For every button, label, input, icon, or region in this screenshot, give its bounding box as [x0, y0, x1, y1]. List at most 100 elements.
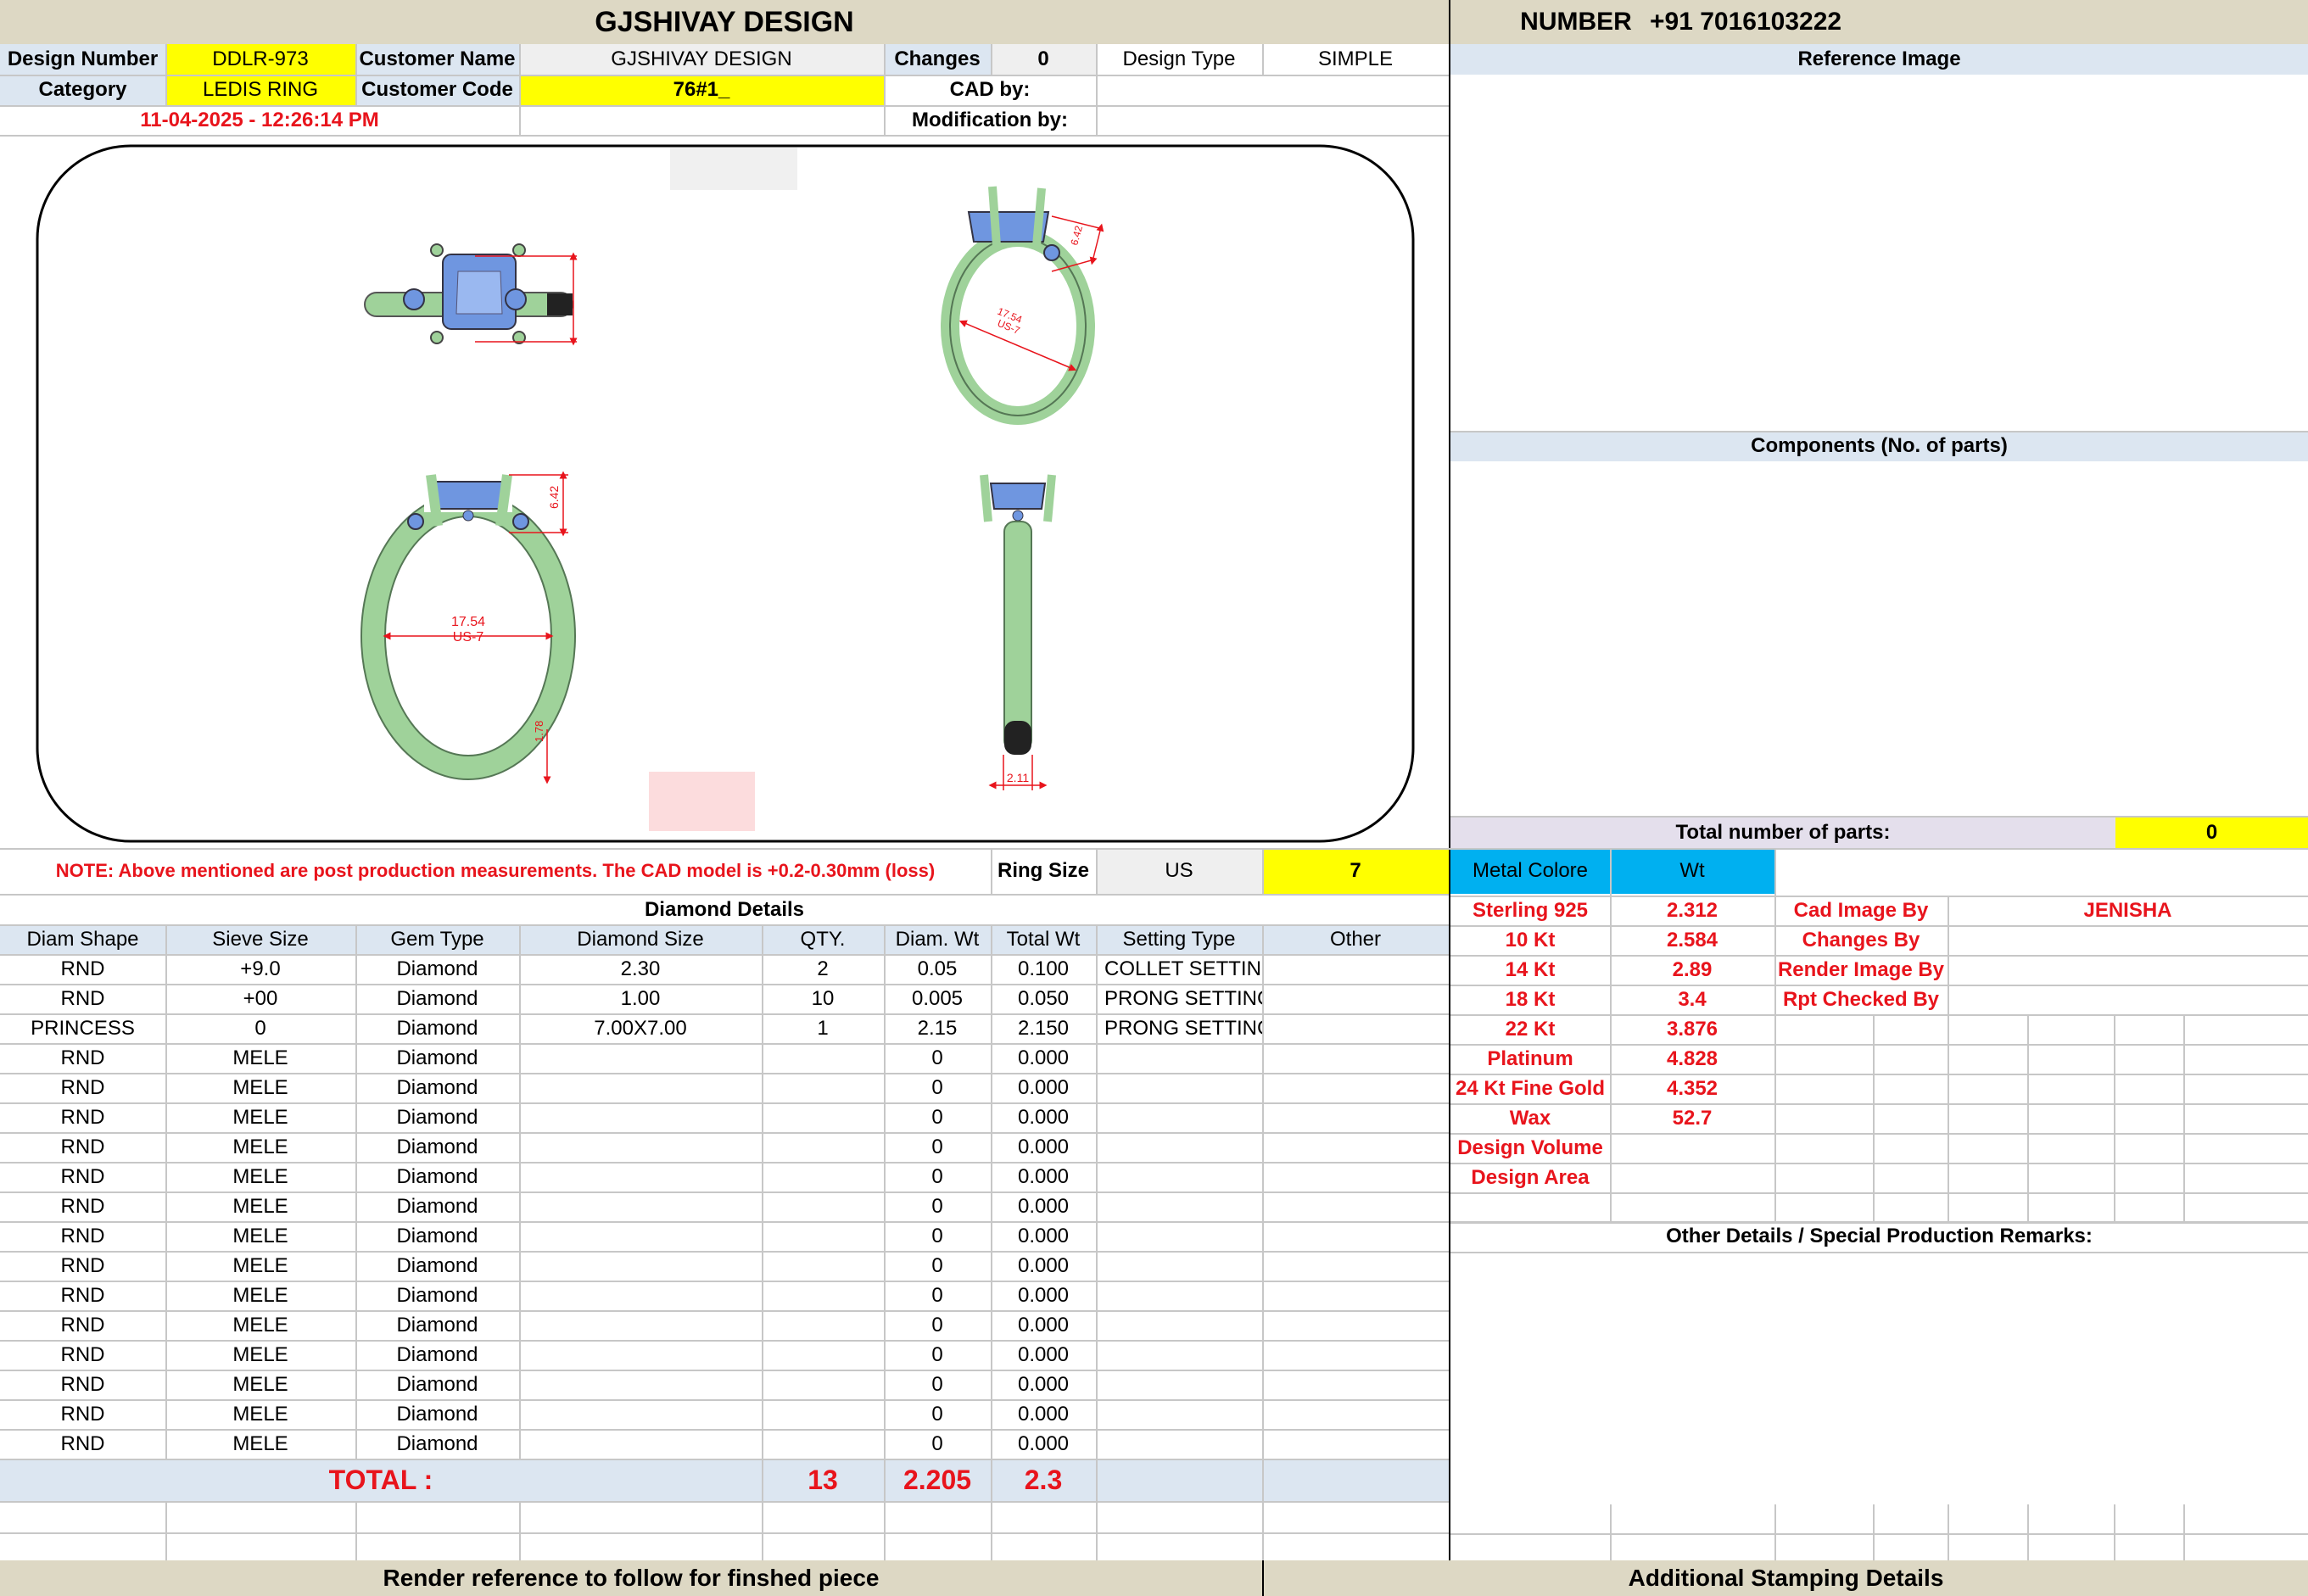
metal-weight: 4.828: [1666, 1046, 1718, 1070]
cell-setting-type: [1096, 1429, 1262, 1459]
render-reference-footer: Render reference to follow for finshed p…: [0, 1560, 1262, 1596]
cell-other: [1262, 1399, 1449, 1429]
watermark-logo: [649, 148, 797, 831]
ring-top-view: [364, 243, 578, 346]
cell-gem-type: Diamond: [396, 986, 478, 1010]
cell-sieve-size: MELE: [232, 1253, 288, 1277]
metal-name: 22 Kt: [1505, 1017, 1556, 1041]
ring-size-unit: US: [1096, 848, 1262, 894]
cell-sieve-size: MELE: [232, 1075, 288, 1099]
diamond-details-title: Diamond Details: [644, 898, 805, 921]
cell-diam-wt: 0.005: [911, 986, 964, 1010]
col-header-total-wt: Total Wt: [991, 924, 1096, 954]
ring-size-value: 7: [1262, 848, 1449, 894]
cell-total-wt: 0.000: [1017, 1342, 1070, 1366]
col-header-sieve-size: Sieve Size: [165, 924, 355, 954]
cell-qty: 1: [817, 1016, 829, 1040]
cell-diamond-size: [519, 1221, 762, 1251]
cell-diam-wt: 0: [931, 1046, 943, 1069]
cell-sieve-size: MELE: [232, 1402, 288, 1426]
cell-total-wt: 0.100: [1017, 957, 1070, 980]
cell-diamond-size: [519, 1310, 762, 1340]
cell-diamond-size: [519, 1251, 762, 1281]
cell-diam-wt: 2.15: [917, 1016, 958, 1040]
cell-total-wt: 0.000: [1017, 1194, 1070, 1218]
changes-value: 0: [991, 44, 1096, 75]
metal-weight: 2.89: [1672, 957, 1713, 981]
cell-total-wt: 0.000: [1017, 1075, 1070, 1099]
cell-qty: [762, 1162, 884, 1191]
metal-weight: [1610, 1163, 1774, 1192]
cell-other: [1262, 1013, 1449, 1043]
cell-other: [1262, 1191, 1449, 1221]
cell-diam-wt: 0: [931, 1224, 943, 1247]
cell-setting-type: PRONG SETTING: [1104, 986, 1262, 1010]
cell-total-wt: 2.150: [1017, 1016, 1070, 1040]
cell-setting-type: [1096, 1340, 1262, 1370]
staff-label: Render Image By: [1777, 957, 1945, 981]
cell-diam-shape: RND: [60, 1046, 105, 1069]
cell-qty: [762, 1191, 884, 1221]
ring-perspective-view: 6.42 17.54 US-7: [941, 186, 1104, 425]
front-height-label: 6.42: [547, 486, 561, 509]
ring-front-view: 6.42 17.54 US-7 1.78: [360, 471, 576, 784]
cell-gem-type: Diamond: [396, 1046, 478, 1069]
design-type-label: Design Type: [1122, 47, 1236, 70]
front-band-label: 1.78: [533, 721, 545, 742]
cell-sieve-size: MELE: [232, 1224, 288, 1247]
cell-other: [1262, 1340, 1449, 1370]
col-header-other: Other: [1262, 924, 1449, 954]
staff-value: JENISHA: [2083, 898, 2172, 922]
cell-other: [1262, 1073, 1449, 1102]
cell-setting-type: [1096, 1043, 1262, 1073]
cell-diamond-size: [519, 1162, 762, 1191]
metal-weight: 2.312: [1666, 898, 1718, 922]
cell-total-wt: 0.000: [1017, 1431, 1070, 1455]
cell-other: [1262, 1370, 1449, 1399]
category-label: Category: [0, 75, 165, 105]
cell-diam-shape: RND: [60, 1342, 105, 1366]
design-type-value: SIMPLE: [1317, 47, 1394, 70]
col-header-setting-type: Setting Type: [1096, 924, 1262, 954]
metal-name: Platinum: [1487, 1046, 1573, 1070]
cell-qty: [762, 1281, 884, 1310]
cell-diam-wt: 0: [931, 1431, 943, 1455]
metal-name: Sterling 925: [1472, 898, 1589, 922]
metal-name: Design Area: [1471, 1165, 1590, 1189]
staff-label: Cad Image By: [1793, 898, 1929, 922]
cell-diam-wt: 0: [931, 1313, 943, 1337]
cell-qty: [762, 1102, 884, 1132]
metal-colore-header: Metal Colore: [1450, 848, 1610, 894]
phone-number: +91 7016103222: [1650, 8, 1842, 36]
cell-gem-type: Diamond: [396, 1253, 478, 1277]
cell-diamond-size: [519, 1429, 762, 1459]
cell-diamond-size: [519, 1043, 762, 1073]
production-note: NOTE: Above mentioned are post productio…: [55, 860, 936, 881]
col-header-gem-type: Gem Type: [355, 924, 519, 954]
perspective-height-label: 6.42: [1068, 224, 1085, 246]
cell-total-wt: 0.000: [1017, 1402, 1070, 1426]
cell-setting-type: [1096, 1073, 1262, 1102]
cell-sieve-size: MELE: [232, 1046, 288, 1069]
front-width-label: 17.54: [451, 615, 485, 629]
total-parts-label: Total number of parts:: [1450, 818, 2115, 848]
customer-code-value: 76#1_: [519, 75, 884, 105]
cell-total-wt: 0.000: [1017, 1164, 1070, 1188]
staff-label: Rpt Checked By: [1782, 987, 1940, 1011]
cell-other: [1262, 1043, 1449, 1073]
category-value: LEDIS RING: [165, 75, 355, 105]
cell-qty: [762, 1429, 884, 1459]
cell-setting-type: [1096, 1221, 1262, 1251]
cell-other: [1262, 984, 1449, 1013]
cell-total-wt: 0.000: [1017, 1372, 1070, 1396]
cell-setting-type: [1096, 1191, 1262, 1221]
drawing-frame: [36, 144, 1415, 843]
cell-sieve-size: MELE: [232, 1105, 288, 1129]
cell-total-wt: 0.000: [1017, 1224, 1070, 1247]
cell-setting-type: [1096, 1281, 1262, 1310]
total-qty: 13: [808, 1464, 838, 1495]
reference-image-area: [1450, 75, 2308, 431]
cell-setting-type: COLLET SETTING: [1104, 957, 1262, 980]
cell-diam-shape: RND: [60, 957, 105, 980]
cell-diam-wt: 0: [931, 1075, 943, 1099]
